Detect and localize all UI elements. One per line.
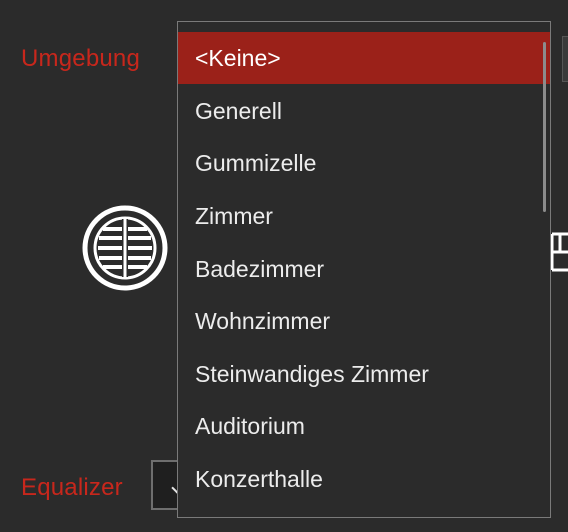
- dropdown-option-zimmer[interactable]: Zimmer: [178, 190, 550, 242]
- equalizer-label: Equalizer: [21, 474, 123, 501]
- dropdown-option-auditorium[interactable]: Auditorium: [178, 400, 550, 452]
- umgebung-label: Umgebung: [21, 45, 141, 72]
- dropdown-option-badezimmer[interactable]: Badezimmer: [178, 243, 550, 295]
- dropdown-option-konzerthalle[interactable]: Konzerthalle: [178, 453, 550, 505]
- dropdown-option-wohnzimmer[interactable]: Wohnzimmer: [178, 295, 550, 347]
- dropdown-scrollbar[interactable]: [543, 42, 546, 212]
- dropdown-option-generell[interactable]: Generell: [178, 85, 550, 137]
- umgebung-dropdown-list[interactable]: <Keine> Generell Gummizelle Zimmer Badez…: [177, 21, 551, 518]
- dropdown-option-steinwandiges-zimmer[interactable]: Steinwandiges Zimmer: [178, 348, 550, 400]
- dropdown-option-keine[interactable]: <Keine>: [178, 32, 550, 84]
- audio-effects-panel: Umgebung Equalizer <Keine> Generell Gumm…: [0, 0, 568, 532]
- umgebung-select-edge[interactable]: [562, 36, 568, 82]
- circle-grid-icon: [82, 205, 168, 291]
- dropdown-option-gummizelle[interactable]: Gummizelle: [178, 137, 550, 189]
- panel-icon: [550, 232, 568, 272]
